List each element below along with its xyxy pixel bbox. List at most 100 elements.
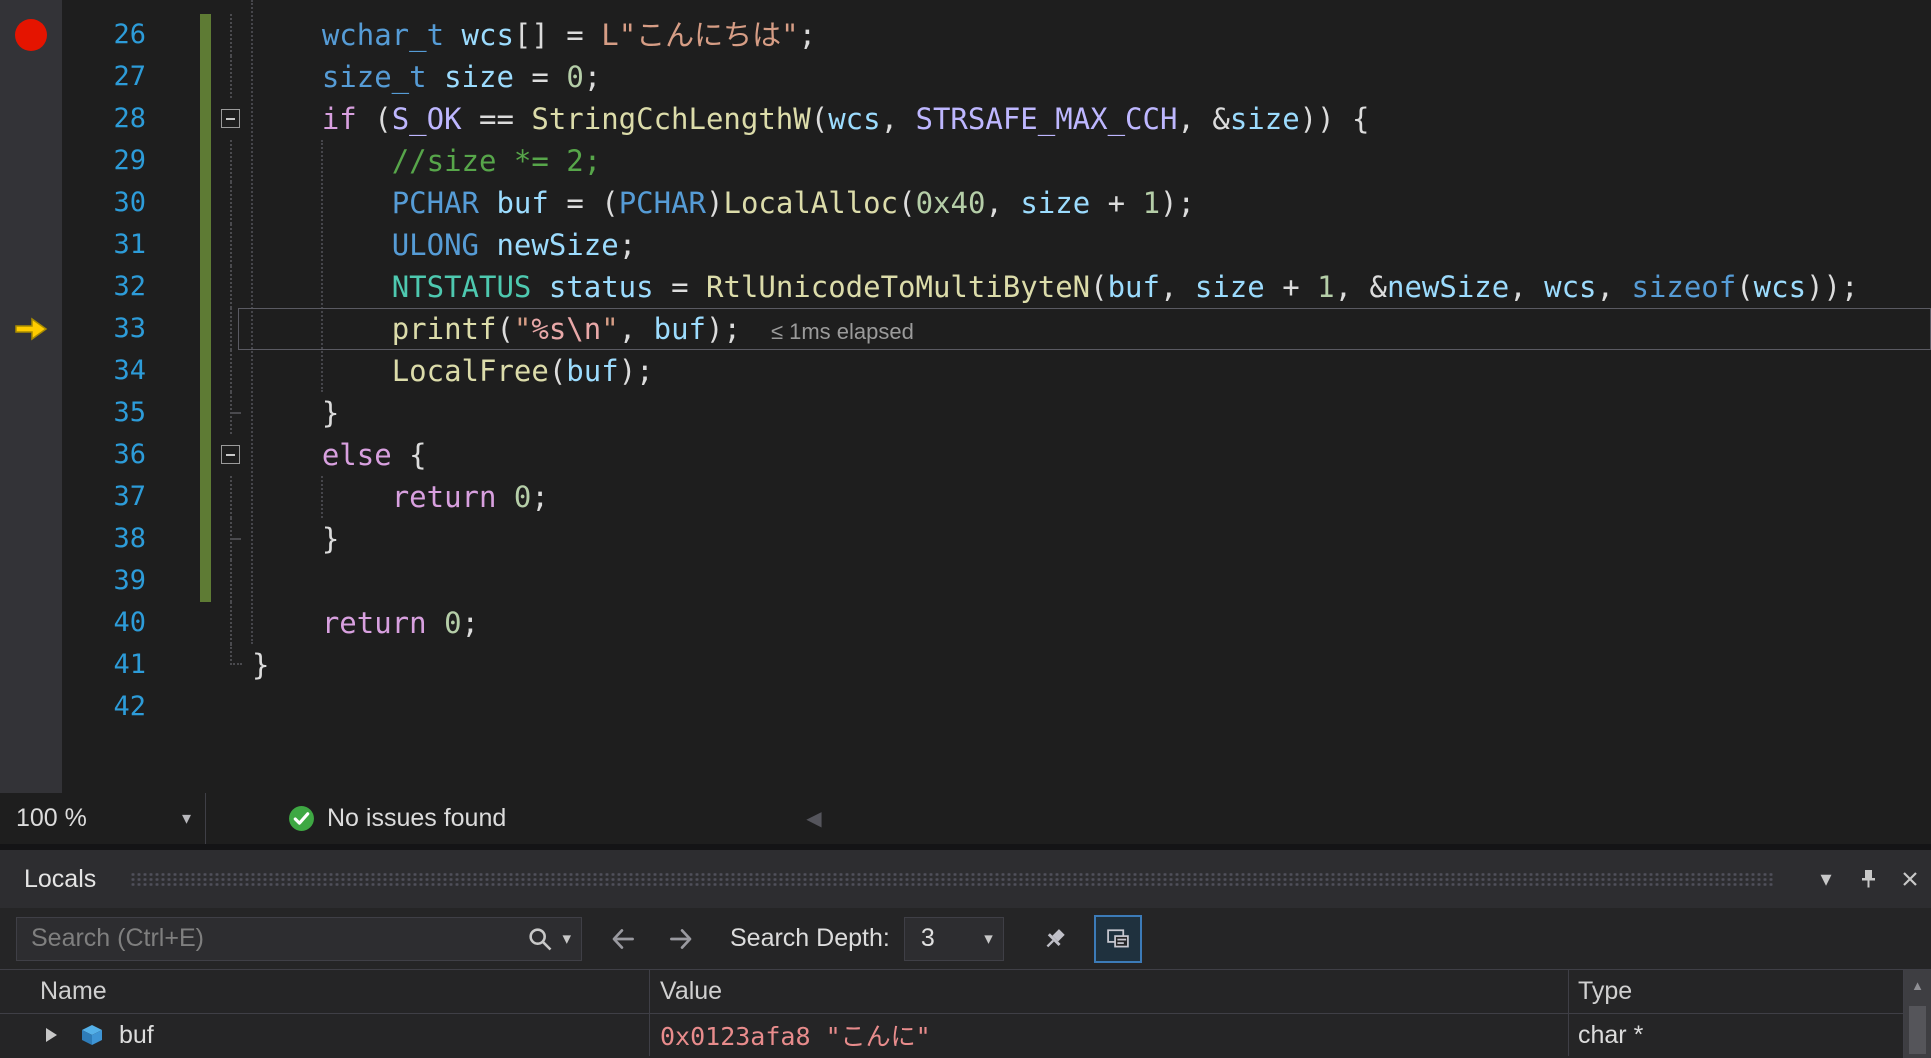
code-line[interactable]: 33 printf("%s\n", buf); ≤ 1ms elapsed: [0, 308, 1931, 350]
fold-margin[interactable]: [211, 686, 252, 728]
code-text[interactable]: //size *= 2;: [252, 140, 1931, 182]
glyph-margin-cell[interactable]: [0, 686, 62, 728]
fold-collapse-box[interactable]: [221, 109, 240, 128]
glyph-margin-cell[interactable]: [0, 224, 62, 266]
zoom-control[interactable]: 100 % ▾: [0, 793, 206, 844]
grid-view-icon: [1107, 928, 1129, 947]
code-line[interactable]: 38 }: [0, 518, 1931, 560]
close-button[interactable]: [1889, 858, 1931, 900]
glyph-margin-cell[interactable]: [0, 518, 62, 560]
fold-collapse-box[interactable]: [221, 445, 240, 464]
pin-button[interactable]: [1847, 858, 1889, 900]
search-options-chevron-icon[interactable]: ▾: [562, 929, 571, 949]
code-text[interactable]: }: [252, 644, 1931, 686]
expand-arrow-icon[interactable]: [46, 1028, 57, 1042]
code-line[interactable]: 35 }: [0, 392, 1931, 434]
search-back-button[interactable]: [606, 923, 640, 955]
search-box[interactable]: ▾: [16, 916, 582, 961]
glyph-margin-cell[interactable]: [0, 350, 62, 392]
locals-title-bar[interactable]: Locals ▾: [0, 850, 1931, 908]
code-line[interactable]: 29 //size *= 2;: [0, 140, 1931, 182]
fold-margin[interactable]: [211, 350, 252, 392]
code-text[interactable]: }: [252, 518, 1931, 560]
column-header-value[interactable]: Value: [650, 970, 1569, 1013]
code-line[interactable]: 28 if (S_OK == StringCchLengthW(wcs, STR…: [0, 98, 1931, 140]
code-line[interactable]: 39: [0, 560, 1931, 602]
scroll-up-arrow-icon[interactable]: ▲: [1904, 970, 1931, 1000]
current-statement-arrow-icon[interactable]: [13, 316, 49, 342]
code-line[interactable]: 37 return 0;: [0, 476, 1931, 518]
code-line[interactable]: 40 return 0;: [0, 602, 1931, 644]
column-header-name[interactable]: Name: [0, 970, 650, 1013]
code-editor[interactable]: 26 wchar_t wcs[] = L"こんにちは"; 27 size_t si…: [0, 0, 1931, 793]
fold-margin[interactable]: [211, 14, 252, 56]
fold-margin[interactable]: [211, 182, 252, 224]
glyph-margin-cell[interactable]: [0, 392, 62, 434]
glyph-margin-cell[interactable]: [0, 308, 62, 350]
code-text[interactable]: PCHAR buf = (PCHAR)LocalAlloc(0x40, size…: [252, 182, 1931, 224]
locals-scrollbar[interactable]: ▲: [1903, 970, 1931, 1058]
glyph-margin-cell[interactable]: [0, 644, 62, 686]
line-number: 29: [113, 145, 146, 176]
glyph-margin-cell[interactable]: [0, 266, 62, 308]
code-text[interactable]: return 0;: [252, 476, 1931, 518]
glyph-margin-cell[interactable]: [0, 56, 62, 98]
fold-margin[interactable]: [211, 644, 252, 686]
fold-margin[interactable]: [211, 518, 252, 560]
code-line[interactable]: 30 PCHAR buf = (PCHAR)LocalAlloc(0x40, s…: [0, 182, 1931, 224]
fold-margin[interactable]: [211, 140, 252, 182]
fold-margin[interactable]: [211, 56, 252, 98]
fold-margin[interactable]: [211, 224, 252, 266]
locals-name-cell[interactable]: buf: [0, 1014, 650, 1056]
glyph-margin-cell[interactable]: [0, 98, 62, 140]
code-line[interactable]: 42: [0, 686, 1931, 728]
fold-margin[interactable]: [211, 98, 252, 140]
column-header-type[interactable]: Type: [1569, 970, 1903, 1013]
pushpin-icon: [1046, 928, 1065, 947]
glyph-margin-cell[interactable]: [0, 602, 62, 644]
fold-margin[interactable]: [211, 434, 252, 476]
locals-row[interactable]: buf 0x0123afa8 "こんに" char *: [0, 1014, 1903, 1056]
code-text[interactable]: if (S_OK == StringCchLengthW(wcs, STRSAF…: [252, 98, 1931, 140]
locals-value-cell[interactable]: 0x0123afa8 "こんに": [650, 1014, 1569, 1056]
fold-margin[interactable]: [211, 602, 252, 644]
glyph-margin-cell[interactable]: [0, 476, 62, 518]
search-icon[interactable]: [526, 925, 554, 953]
glyph-margin-cell[interactable]: [0, 14, 62, 56]
code-line[interactable]: 32 NTSTATUS status = RtlUnicodeToMultiBy…: [0, 266, 1931, 308]
code-line[interactable]: 36 else {: [0, 434, 1931, 476]
fold-margin[interactable]: [211, 476, 252, 518]
code-text[interactable]: wchar_t wcs[] = L"こんにちは";: [252, 14, 1931, 56]
glyph-margin-cell[interactable]: [0, 182, 62, 224]
pin-icon: [1862, 870, 1875, 888]
fold-margin[interactable]: [211, 392, 252, 434]
glyph-margin-cell[interactable]: [0, 140, 62, 182]
code-line[interactable]: 34 LocalFree(buf);: [0, 350, 1931, 392]
fold-margin[interactable]: [211, 308, 252, 350]
code-text[interactable]: printf("%s\n", buf); ≤ 1ms elapsed: [252, 308, 1931, 350]
code-text[interactable]: return 0;: [252, 602, 1931, 644]
glyph-margin-cell[interactable]: [0, 560, 62, 602]
breakpoint-icon[interactable]: [15, 19, 47, 51]
code-text[interactable]: ULONG newSize;: [252, 224, 1931, 266]
glyph-margin-cell[interactable]: [0, 434, 62, 476]
search-forward-button[interactable]: [664, 923, 698, 955]
code-text[interactable]: }: [252, 392, 1931, 434]
horizontal-scroll-left-arrow-icon[interactable]: ◀: [806, 806, 821, 831]
window-position-button[interactable]: ▾: [1805, 858, 1847, 900]
scrollbar-thumb[interactable]: [1909, 1006, 1926, 1054]
code-text[interactable]: size_t size = 0;: [252, 56, 1931, 98]
code-line[interactable]: 31 ULONG newSize;: [0, 224, 1931, 266]
code-line[interactable]: 41}: [0, 644, 1931, 686]
code-line[interactable]: 27 size_t size = 0;: [0, 56, 1931, 98]
pin-values-button[interactable]: [1030, 915, 1078, 963]
fold-margin[interactable]: [211, 266, 252, 308]
search-input[interactable]: [17, 924, 527, 953]
code-text[interactable]: LocalFree(buf);: [252, 350, 1931, 392]
alternate-view-button[interactable]: [1093, 914, 1142, 963]
code-text[interactable]: NTSTATUS status = RtlUnicodeToMultiByteN…: [252, 266, 1931, 308]
fold-margin[interactable]: [211, 560, 252, 602]
code-text[interactable]: else {: [252, 434, 1931, 476]
search-depth-dropdown[interactable]: 3 ▾: [903, 916, 1004, 961]
code-line[interactable]: 26 wchar_t wcs[] = L"こんにちは";: [0, 14, 1931, 56]
